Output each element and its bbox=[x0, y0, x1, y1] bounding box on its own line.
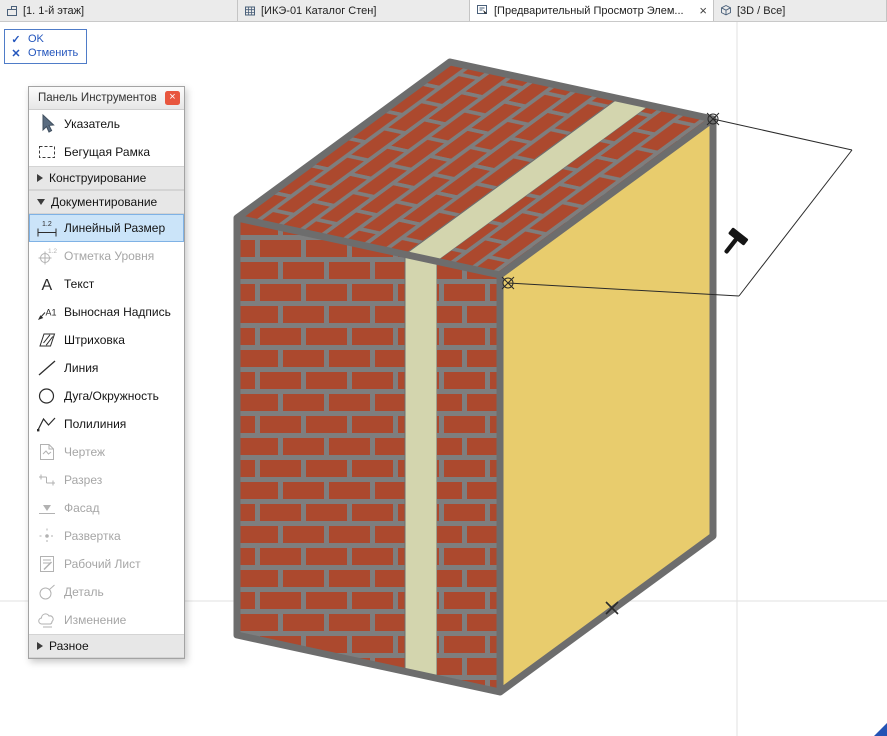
x-icon: ✕ bbox=[11, 47, 21, 60]
tool-item-label: Чертеж bbox=[64, 445, 106, 459]
tool-item-label: Выносная Надпись bbox=[64, 305, 171, 319]
tool-panel-titlebar[interactable]: Панель Инструментов × bbox=[29, 87, 184, 110]
wall-front-brick-layer-2 bbox=[437, 261, 500, 692]
tool-item-polyline[interactable]: Полилиния bbox=[29, 410, 184, 438]
tool-item-label: Бегущая Рамка bbox=[64, 145, 151, 159]
level-mark-icon: 1.2 bbox=[35, 245, 59, 267]
tool-item-label: Линия bbox=[64, 361, 99, 375]
tab-close-icon[interactable]: × bbox=[693, 4, 707, 17]
tool-item-label: Штриховка bbox=[64, 333, 125, 347]
dimension-witness-line-1 bbox=[712, 118, 853, 151]
svg-text:A: A bbox=[42, 277, 53, 294]
detail-icon bbox=[35, 581, 59, 603]
cancel-button[interactable]: ✕ Отменить bbox=[11, 46, 78, 60]
tool-item-marquee[interactable]: Бегущая Рамка bbox=[29, 138, 184, 166]
section-mark-icon bbox=[35, 469, 59, 491]
dimension-line bbox=[738, 149, 853, 297]
expanded-arrow-icon bbox=[37, 199, 45, 205]
section-misc[interactable]: Разное bbox=[29, 634, 184, 658]
confirm-palette: ✓ OK ✕ Отменить bbox=[4, 29, 88, 64]
tool-item-label: Изменение bbox=[64, 613, 127, 627]
change-icon bbox=[35, 609, 59, 631]
cancel-label: Отменить bbox=[28, 47, 79, 59]
tool-item-text[interactable]: A Текст bbox=[29, 270, 184, 298]
tab-element-preview[interactable]: [Предварительный Просмотр Элем... × bbox=[470, 0, 714, 21]
check-icon: ✓ bbox=[11, 33, 21, 46]
tool-item-worksheet[interactable]: Рабочий Лист bbox=[29, 550, 184, 578]
tool-item-change[interactable]: Изменение bbox=[29, 606, 184, 634]
svg-text:1.2: 1.2 bbox=[48, 248, 57, 255]
tab-label: [3D / Все] bbox=[737, 4, 786, 17]
ok-label: OK bbox=[28, 33, 44, 45]
grid-icon bbox=[244, 5, 256, 17]
tool-item-label: Указатель bbox=[64, 117, 120, 131]
section-documentation[interactable]: Документирование bbox=[29, 190, 184, 214]
marquee-icon bbox=[35, 141, 59, 163]
tool-item-label: Полилиния bbox=[64, 417, 127, 431]
app-window: [1. 1-й этаж] [ИКЭ-01 Каталог Стен] [Пре… bbox=[0, 0, 887, 736]
tool-item-hatch[interactable]: Штриховка bbox=[29, 326, 184, 354]
interior-elevation-icon bbox=[35, 525, 59, 547]
tool-item-callout[interactable]: A1 Выносная Надпись bbox=[29, 298, 184, 326]
wall-front-membrane-layer bbox=[404, 253, 438, 679]
close-icon[interactable]: × bbox=[165, 91, 180, 105]
section-label: Разное bbox=[49, 639, 89, 653]
tool-item-label: Дуга/Окружность bbox=[64, 389, 159, 403]
callout-icon: A1 bbox=[35, 301, 59, 323]
worksheet-icon bbox=[35, 553, 59, 575]
tab-floor-plan[interactable]: [1. 1-й этаж] bbox=[0, 0, 238, 21]
tool-item-label: Рабочий Лист bbox=[64, 557, 141, 571]
floorplan-icon bbox=[6, 5, 18, 17]
elevation-icon bbox=[35, 497, 59, 519]
ok-button[interactable]: ✓ OK bbox=[11, 32, 78, 46]
tool-item-linear-dimension[interactable]: 1.2 Линейный Размер bbox=[29, 214, 184, 242]
preview-icon bbox=[476, 4, 489, 17]
cube-icon bbox=[720, 4, 732, 17]
tool-item-label: Отметка Уровня bbox=[64, 249, 155, 263]
tool-item-arc-circle[interactable]: Дуга/Окружность bbox=[29, 382, 184, 410]
tool-item-level-mark[interactable]: 1.2 Отметка Уровня bbox=[29, 242, 184, 270]
tool-item-label: Текст bbox=[64, 277, 95, 291]
tool-item-label: Деталь bbox=[64, 585, 104, 599]
tool-item-line[interactable]: Линия bbox=[29, 354, 184, 382]
section-label: Документирование bbox=[51, 195, 158, 209]
tool-item-interior-elevation[interactable]: Развертка bbox=[29, 522, 184, 550]
tool-panel: Панель Инструментов × Указатель Бегущая … bbox=[28, 86, 185, 659]
wall-3d-preview bbox=[233, 58, 717, 696]
drawing-icon bbox=[35, 441, 59, 463]
polyline-icon bbox=[35, 413, 59, 435]
hammer-cursor bbox=[724, 227, 749, 254]
svg-text:1.2: 1.2 bbox=[42, 221, 52, 228]
tool-item-drawing[interactable]: Чертеж bbox=[29, 438, 184, 466]
pane-resize-corner[interactable] bbox=[874, 723, 887, 736]
tab-label: [ИКЭ-01 Каталог Стен] bbox=[261, 4, 377, 17]
hatch-icon bbox=[35, 329, 59, 351]
circle-icon bbox=[35, 385, 59, 407]
text-icon: A bbox=[35, 273, 59, 295]
tab-3d-all[interactable]: [3D / Все] bbox=[714, 0, 887, 21]
tool-item-section[interactable]: Разрез bbox=[29, 466, 184, 494]
tab-label: [1. 1-й этаж] bbox=[23, 4, 85, 17]
tool-item-label: Развертка bbox=[64, 529, 121, 543]
collapsed-arrow-icon bbox=[37, 642, 43, 650]
tool-item-label: Линейный Размер bbox=[64, 221, 166, 235]
section-design[interactable]: Конструирование bbox=[29, 166, 184, 190]
tool-item-pointer[interactable]: Указатель bbox=[29, 110, 184, 138]
tool-item-label: Фасад bbox=[64, 501, 100, 515]
tool-item-detail[interactable]: Деталь bbox=[29, 578, 184, 606]
svg-text:A1: A1 bbox=[46, 308, 57, 318]
pointer-icon bbox=[35, 113, 59, 135]
linear-dimension-icon: 1.2 bbox=[35, 217, 59, 239]
tool-item-elevation[interactable]: Фасад bbox=[29, 494, 184, 522]
tool-panel-title: Панель Инструментов bbox=[38, 92, 157, 104]
wall-front-brick-layer bbox=[237, 218, 405, 672]
tool-item-label: Разрез bbox=[64, 473, 103, 487]
tab-label: [Предварительный Просмотр Элем... bbox=[494, 4, 684, 17]
tab-bar: [1. 1-й этаж] [ИКЭ-01 Каталог Стен] [Пре… bbox=[0, 0, 887, 22]
collapsed-arrow-icon bbox=[37, 174, 43, 182]
tab-wall-catalog[interactable]: [ИКЭ-01 Каталог Стен] bbox=[238, 0, 470, 21]
section-label: Конструирование bbox=[49, 171, 147, 185]
line-icon bbox=[35, 357, 59, 379]
